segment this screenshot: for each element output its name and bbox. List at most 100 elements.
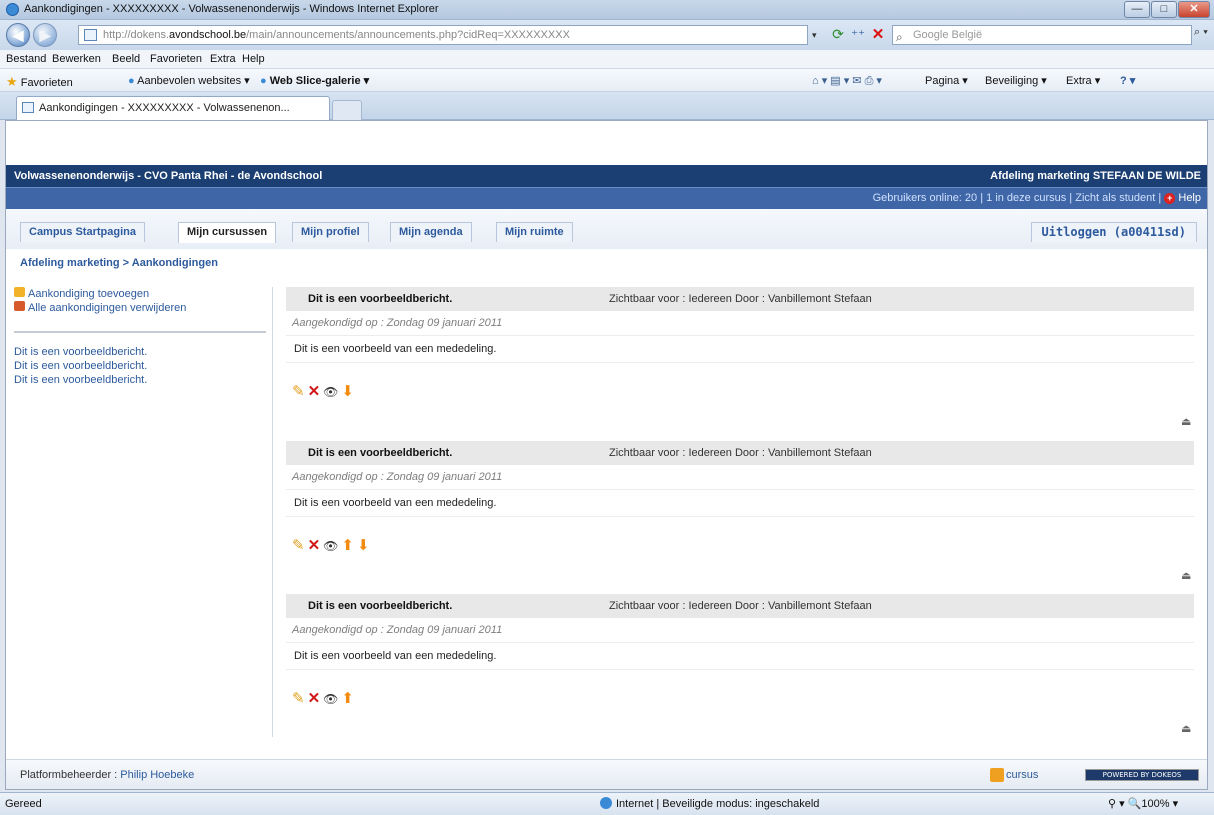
sidebar-announcement-link[interactable]: Dit is een voorbeeldbericht. (14, 359, 272, 373)
admin-name-link[interactable]: Philip Hoebeke (120, 769, 194, 781)
help-icon: + (1164, 193, 1176, 204)
back-to-top-icon[interactable]: ⏏ (1181, 415, 1191, 428)
web-slice-gallery[interactable]: ● Web Slice-galerie ▾ (260, 74, 369, 87)
tab-mijn-ruimte[interactable]: Mijn ruimte (496, 222, 573, 242)
favorites-label: Favorieten (20, 77, 73, 89)
divider (286, 362, 1194, 363)
move-up-icon[interactable]: ⬆ (341, 690, 354, 708)
site-title[interactable]: Volwassenenonderwijs - CVO Panta Rhei - … (14, 165, 322, 187)
url-path: /main/announcements/announcements.php?ci… (246, 29, 570, 41)
menu-favorieten[interactable]: Favorieten (150, 53, 202, 65)
forward-button[interactable]: ▶ (33, 23, 57, 47)
divider (286, 642, 1194, 643)
in-course-link[interactable]: 1 in deze cursus (986, 192, 1066, 204)
visibility-icon[interactable]: 👁 (323, 690, 338, 708)
browser-tab-active[interactable]: Aankondigingen - XXXXXXXXX - Volwassenen… (16, 96, 330, 120)
beveiliging-menu[interactable]: Beveiliging ▾ (985, 74, 1047, 87)
minimize-button[interactable]: — (1124, 1, 1150, 18)
add-announcement-icon (14, 287, 25, 297)
favorites-bar: ★ Favorieten ● Aanbevolen websites ▾ ● W… (0, 69, 1214, 92)
pagina-menu[interactable]: Pagina ▾ (925, 74, 968, 87)
page-icon (84, 29, 97, 41)
delete-icon[interactable]: ✕ (308, 537, 321, 555)
cursus-link[interactable]: cursus (1006, 760, 1038, 790)
move-down-icon[interactable]: ⬇ (341, 383, 354, 401)
edit-icon[interactable]: ✎ (292, 383, 305, 401)
compat-view-icon[interactable]: ⁺⁺ (850, 26, 866, 43)
url-domain: avondschool.be (169, 29, 247, 41)
sidebar-announcement-link[interactable]: Dit is een voorbeeldbericht. (14, 345, 272, 359)
visibility-icon[interactable]: 👁 (323, 537, 338, 555)
sidebar-announcement-link[interactable]: Dit is een voorbeeldbericht. (14, 373, 272, 387)
menu-bestand[interactable]: Bestand (6, 53, 46, 65)
extra-menu[interactable]: Extra ▾ (1066, 74, 1100, 87)
divider (286, 516, 1194, 517)
refresh-icon[interactable]: ⟳ (830, 26, 846, 43)
favorites-button[interactable]: ★ Favorieten (6, 74, 73, 90)
page-content: Volwassenenonderwijs - CVO Panta Rhei - … (5, 120, 1208, 790)
window-title: Aankondigingen - XXXXXXXXX - Volwassenen… (24, 3, 439, 15)
delete-icon[interactable]: ✕ (308, 690, 321, 708)
back-to-top-icon[interactable]: ⏏ (1181, 722, 1191, 735)
cursus-icon (990, 768, 1004, 782)
menu-bewerken[interactable]: Bewerken (52, 53, 101, 65)
menu-extra[interactable]: Extra (210, 53, 236, 65)
logout-button[interactable]: Uitloggen (a00411sd) (1030, 222, 1197, 242)
site-navigation: Campus Startpagina Mijn cursussen Mijn p… (6, 209, 1207, 249)
back-button[interactable]: ◀ (6, 23, 30, 47)
help-menu[interactable]: ? ▾ (1120, 74, 1135, 87)
visibility-icon[interactable]: 👁 (323, 383, 338, 401)
navigation-bar: ◀ ▶ http://dokens.avondschool.be/main/an… (0, 20, 1214, 50)
page-icon (22, 102, 34, 113)
announcement-title: Dit is een voorbeeldbericht. (308, 293, 453, 305)
browser-tab-label: Aankondigingen - XXXXXXXXX - Volwassenen… (39, 102, 290, 114)
announcement-visibility: Zichtbaar voor : Iedereen Door : Vanbill… (609, 447, 872, 459)
edit-icon[interactable]: ✎ (292, 690, 305, 708)
add-announcement-link[interactable]: Aankondiging toevoegen (14, 287, 272, 301)
announcement-date: Aangekondigd op : Zondag 09 januari 2011 (292, 624, 503, 636)
close-button[interactable]: ✕ (1178, 1, 1210, 18)
column-separator (272, 287, 273, 737)
delete-icon[interactable]: ✕ (308, 383, 321, 401)
users-online[interactable]: Gebruikers online: 20 (873, 192, 978, 204)
zoom-level[interactable]: ⚲ ▾ 🔍100% ▾ (1108, 793, 1178, 815)
move-down-icon[interactable]: ⬇ (357, 537, 370, 555)
toolbar-icons[interactable]: ⌂ ▾ ▤ ▾ ✉ ⎙ ▾ (812, 74, 882, 88)
tab-mijn-profiel[interactable]: Mijn profiel (292, 222, 369, 242)
url-prefix: http://dokens. (103, 29, 170, 41)
new-tab-button[interactable] (332, 100, 362, 120)
tab-mijn-cursussen[interactable]: Mijn cursussen (178, 222, 277, 243)
divider (286, 669, 1194, 670)
move-up-icon[interactable]: ⬆ (341, 537, 354, 555)
webslice-icon: ● (260, 75, 267, 87)
menu-help[interactable]: Help (242, 53, 265, 65)
back-to-top-icon[interactable]: ⏏ (1181, 569, 1191, 582)
edit-icon[interactable]: ✎ (292, 537, 305, 555)
site-subheader: Gebruikers online: 20 | 1 in deze cursus… (6, 187, 1207, 209)
address-bar[interactable]: http://dokens.avondschool.be/main/announ… (78, 25, 808, 45)
help-link[interactable]: Help (1178, 192, 1201, 204)
tab-campus-startpagina[interactable]: Campus Startpagina (20, 222, 145, 242)
divider (286, 489, 1194, 490)
tab-mijn-agenda[interactable]: Mijn agenda (390, 222, 472, 242)
sidebar: Aankondiging toevoegen Alle aankondiging… (14, 287, 272, 387)
search-icon: ⌕ (896, 30, 903, 44)
recommended-sites[interactable]: ● Aanbevolen websites ▾ (128, 74, 250, 87)
announcement-date: Aangekondigd op : Zondag 09 januari 2011 (292, 471, 503, 483)
recommended-label: Aanbevolen websites ▾ (137, 75, 250, 87)
menu-beeld[interactable]: Beeld (112, 53, 140, 65)
address-dropdown-icon[interactable]: ▾ (812, 25, 826, 45)
security-zone[interactable]: Internet | Beveiligde modus: ingeschakel… (600, 793, 819, 815)
status-text: Gereed (5, 798, 42, 810)
announcement-date: Aangekondigd op : Zondag 09 januari 2011 (292, 317, 503, 329)
stop-icon[interactable]: ✕ (870, 26, 886, 43)
breadcrumb[interactable]: Afdeling marketing > Aankondigingen (20, 257, 218, 269)
student-view-link[interactable]: Zicht als student (1075, 192, 1155, 204)
maximize-button[interactable]: □ (1151, 1, 1177, 18)
window-titlebar: Aankondigingen - XXXXXXXXX - Volwassenen… (0, 0, 1214, 20)
search-button[interactable]: ⌕ ▾ (1194, 26, 1208, 39)
delete-all-announcements-link[interactable]: Alle aankondigingen verwijderen (14, 301, 272, 315)
ie-icon: ● (128, 75, 135, 87)
powered-by-badge[interactable]: POWERED BY DOKEOS (1085, 769, 1199, 781)
search-input[interactable]: ⌕ Google België (892, 25, 1192, 45)
